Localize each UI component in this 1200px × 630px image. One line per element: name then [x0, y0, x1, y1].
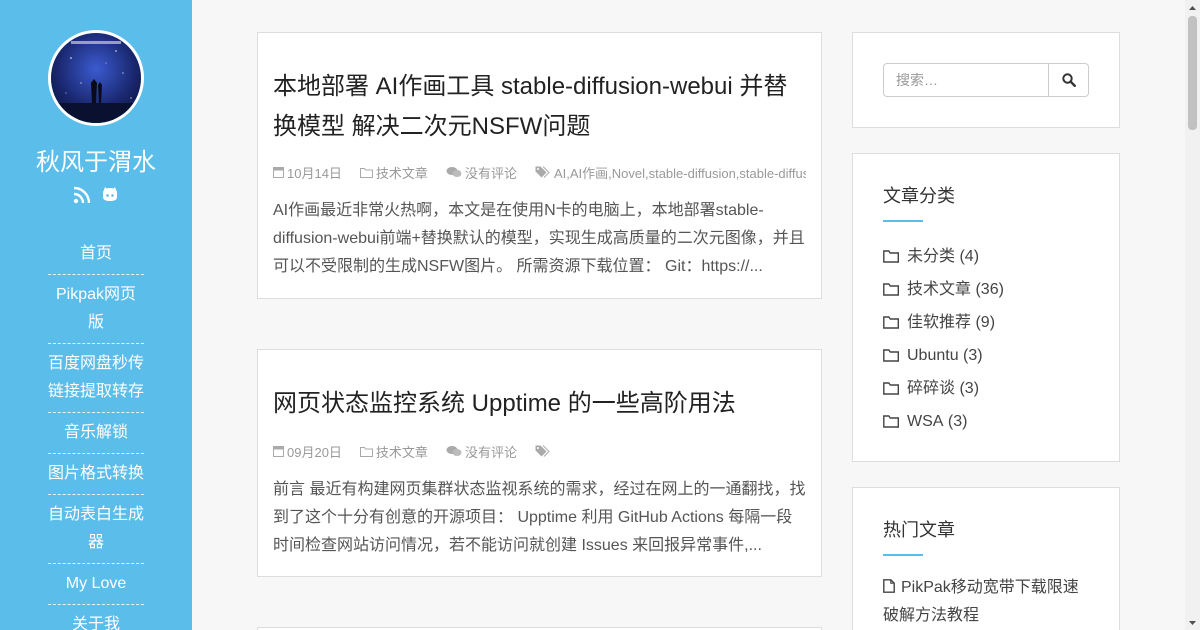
folder-icon	[883, 349, 899, 362]
folder-icon	[883, 415, 899, 428]
nav-item-my-love[interactable]: My Love	[48, 564, 144, 605]
site-title[interactable]: 秋风于渭水	[0, 142, 192, 177]
hot-posts-widget: 热门文章 PikPak移动宽带下载限速破解方法教程	[852, 487, 1120, 630]
nav-item-love-generator[interactable]: 自动表白生成器	[48, 495, 144, 564]
github-icon[interactable]	[101, 186, 119, 204]
file-icon	[883, 579, 895, 593]
avatar[interactable]	[48, 30, 144, 126]
category-count: (36)	[975, 281, 1004, 298]
post-tags: AI,AI作画,Novel,stable-diffusion,stable-di…	[535, 163, 806, 181]
rss-icon[interactable]	[73, 186, 91, 204]
post-title[interactable]: 本地部署 AI作画工具 stable-diffusion-webui 并替换模型…	[273, 67, 806, 147]
nav-item-home[interactable]: 首页	[48, 234, 144, 275]
category-name[interactable]: 未分类	[907, 240, 955, 273]
category-count: (3)	[959, 380, 980, 397]
post-category[interactable]: 技术文章	[359, 442, 428, 460]
vertical-scrollbar[interactable]	[1185, 0, 1200, 630]
tags-icon	[535, 445, 550, 457]
search-icon	[1061, 73, 1076, 87]
avatar-image	[51, 33, 141, 123]
hot-post-list: PikPak移动宽带下载限速破解方法教程	[883, 574, 1089, 630]
hot-post-item[interactable]: PikPak移动宽带下载限速破解方法教程	[883, 574, 1089, 630]
categories-widget: 文章分类 未分类 (4) 技术文章 (36) 佳软推荐 (9) Ubuntu (…	[852, 153, 1120, 462]
search-form	[883, 63, 1089, 97]
post-comments-text[interactable]: 没有评论	[465, 163, 517, 181]
nav-item-music-unlock[interactable]: 音乐解锁	[48, 413, 144, 454]
category-count: (4)	[959, 248, 980, 265]
category-list: 未分类 (4) 技术文章 (36) 佳软推荐 (9) Ubuntu (3) 碎碎…	[883, 240, 1089, 438]
category-name[interactable]: Ubuntu	[907, 339, 959, 372]
category-item[interactable]: WSA (3)	[883, 405, 1089, 438]
post-date: 10月14日	[273, 163, 342, 181]
search-input[interactable]	[883, 63, 1049, 97]
nav-item-image-convert[interactable]: 图片格式转换	[48, 454, 144, 495]
category-name[interactable]: 碎碎谈	[907, 372, 955, 405]
category-count: (9)	[975, 314, 996, 331]
post-category-text[interactable]: 技术文章	[376, 163, 428, 181]
post-category[interactable]: 技术文章	[359, 163, 428, 181]
calendar-icon	[273, 446, 284, 457]
calendar-icon	[273, 167, 284, 178]
scroll-thumb[interactable]	[1188, 16, 1197, 130]
post-card: 网页状态监控系统 Upptime 的一些高阶用法 09月20日 技术文章 没有评…	[257, 349, 822, 577]
folder-icon	[359, 446, 373, 457]
title-underline	[883, 220, 923, 222]
category-item[interactable]: 技术文章 (36)	[883, 273, 1089, 306]
comments-icon	[446, 167, 462, 177]
widget-title: 文章分类	[883, 186, 955, 206]
search-widget	[852, 32, 1120, 128]
folder-icon	[359, 167, 373, 178]
category-item[interactable]: 佳软推荐 (9)	[883, 306, 1089, 339]
main-nav: 首页 Pikpak网页版 百度网盘秒传链接提取转存 音乐解锁 图片格式转换 自动…	[48, 234, 144, 630]
post-card: 本地部署 AI作画工具 stable-diffusion-webui 并替换模型…	[257, 32, 822, 299]
post-meta: 10月14日 技术文章 没有评论 AI,AI作画,Novel,stable-di…	[273, 163, 806, 181]
scroll-down-arrow[interactable]	[1185, 615, 1200, 630]
post-tags	[535, 445, 554, 457]
post-meta: 09月20日 技术文章 没有评论	[273, 442, 806, 460]
folder-icon	[883, 283, 899, 296]
folder-icon	[883, 250, 899, 263]
category-item[interactable]: Ubuntu (3)	[883, 339, 1089, 372]
search-button[interactable]	[1049, 63, 1089, 97]
nav-item-baidu-link[interactable]: 百度网盘秒传链接提取转存	[48, 344, 144, 413]
post-category-text[interactable]: 技术文章	[376, 442, 428, 460]
post-comments[interactable]: 没有评论	[446, 442, 517, 460]
post-excerpt: 前言 最近有构建网页集群状态监视系统的需求，经过在网上的一通翻找，找到了这个十分…	[273, 481, 806, 554]
category-name[interactable]: 佳软推荐	[907, 306, 971, 339]
category-count: (3)	[963, 347, 983, 364]
tags-icon	[535, 166, 550, 178]
category-item[interactable]: 未分类 (4)	[883, 240, 1089, 273]
post-date: 09月20日	[273, 442, 342, 460]
post-date-text: 10月14日	[287, 165, 342, 181]
post-tags-text[interactable]: AI,AI作画,Novel,stable-diffusion,stable-di…	[554, 163, 806, 181]
post-excerpt: AI作画最近非常火热啊，本文是在使用N卡的电脑上，本地部署stable-diff…	[273, 202, 805, 275]
category-name[interactable]: 技术文章	[907, 273, 971, 306]
widget-title: 热门文章	[883, 520, 955, 540]
folder-icon	[883, 382, 899, 395]
post-date-text: 09月20日	[287, 444, 342, 460]
social-links	[0, 186, 192, 204]
post-title[interactable]: 网页状态监控系统 Upptime 的一些高阶用法	[273, 384, 806, 424]
post-comments-text[interactable]: 没有评论	[465, 442, 517, 460]
category-name[interactable]: WSA	[907, 405, 943, 438]
folder-icon	[883, 316, 899, 329]
title-underline	[883, 554, 923, 556]
nav-item-about[interactable]: 关于我	[48, 605, 144, 630]
category-count: (3)	[947, 413, 968, 430]
nav-item-pikpak[interactable]: Pikpak网页版	[48, 275, 144, 344]
category-item[interactable]: 碎碎谈 (3)	[883, 372, 1089, 405]
sidebar: 秋风于渭水 首页 Pikpak网页版 百度网盘秒传链接提取转存 音乐解锁 图片格…	[0, 0, 192, 630]
hot-post-title[interactable]: PikPak移动宽带下载限速破解方法教程	[883, 579, 1079, 624]
scroll-up-arrow[interactable]	[1185, 0, 1200, 15]
comments-icon	[446, 446, 462, 456]
post-comments[interactable]: 没有评论	[446, 163, 517, 181]
